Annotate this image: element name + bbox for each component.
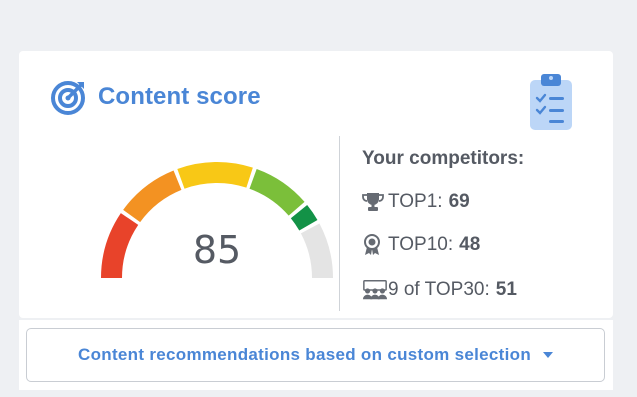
gauge-segment-remaining [300, 223, 333, 278]
content-recommendations-dropdown[interactable]: Content recommendations based on custom … [26, 328, 605, 382]
gauge-segment-red [101, 213, 139, 278]
medal-icon [362, 234, 388, 256]
target-icon [50, 78, 88, 116]
competitor-top10-value: 48 [459, 234, 481, 255]
competitors-title: Your competitors: [362, 148, 525, 169]
gauge-segment-green [249, 168, 305, 216]
competitor-top30-value: 51 [495, 279, 517, 300]
competitor-top1-value: 69 [448, 191, 470, 212]
trophy-icon [362, 192, 388, 212]
group-icon [362, 279, 388, 301]
clipboard-checklist-icon [528, 72, 574, 137]
competitor-row-top1: TOP1: 69 [362, 190, 470, 214]
competitor-row-top30: 9 of TOP30: 51 [362, 278, 517, 302]
competitor-top1-label: TOP1: [388, 191, 443, 212]
competitor-top10-label: TOP10: [388, 234, 454, 255]
card-title: Content score [98, 83, 261, 110]
card-header: Content score [50, 79, 261, 115]
score-value: 85 [192, 228, 242, 272]
competitor-row-top10: TOP10: 48 [362, 233, 480, 257]
vertical-divider [339, 136, 340, 311]
competitor-top30-label: 9 of TOP30: [388, 279, 490, 300]
gauge-segment-orange [123, 170, 182, 223]
gauge-segment-yellow [177, 162, 253, 189]
recommendations-label: Content recommendations based on custom … [78, 345, 531, 364]
chevron-down-icon [543, 352, 553, 358]
